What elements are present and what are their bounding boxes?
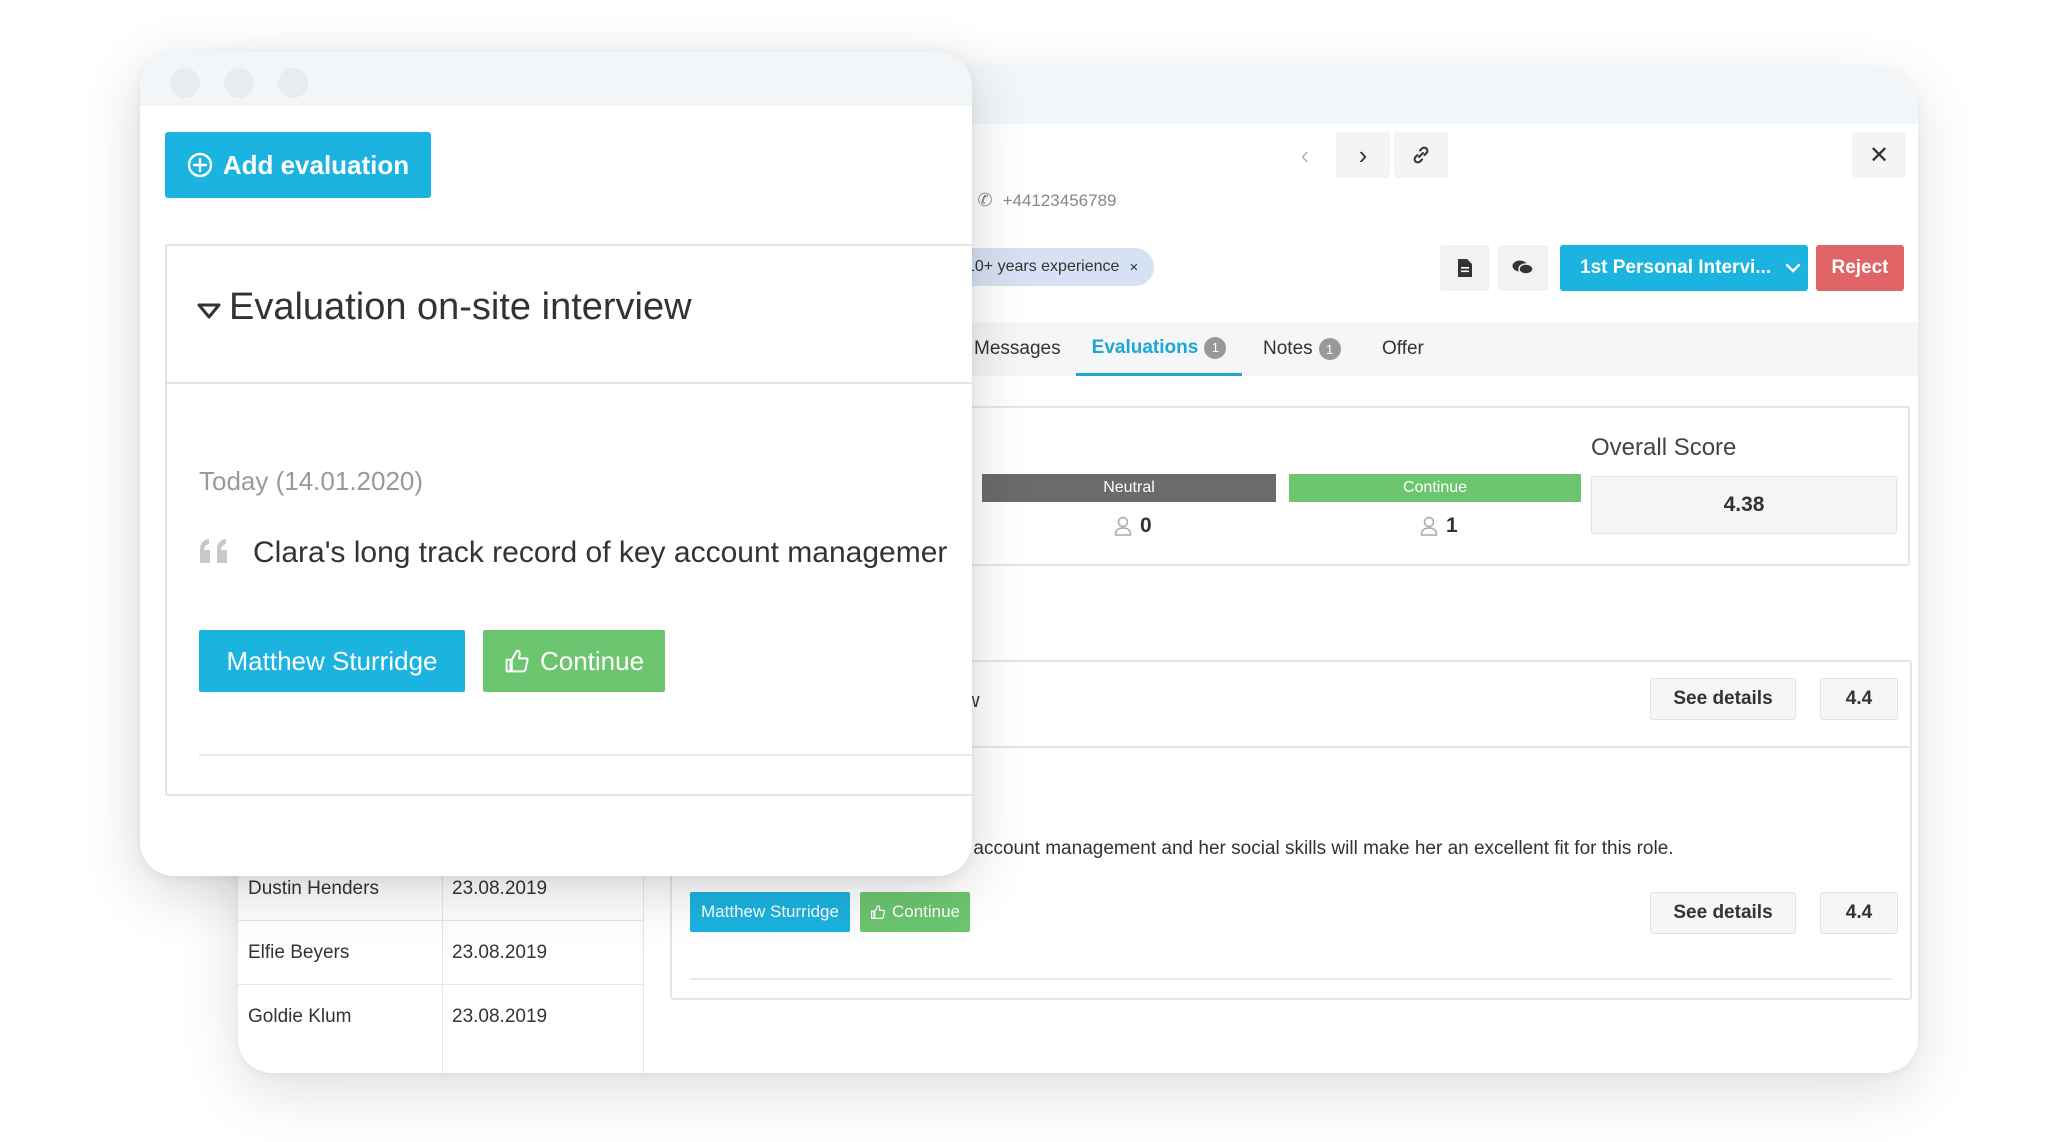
tag-label: 10+ years experience <box>966 258 1120 275</box>
verdict-label: Continue <box>891 902 961 921</box>
add-evaluation-button[interactable]: Add evaluation <box>165 132 431 198</box>
tab-messages[interactable]: Messages <box>974 322 1061 376</box>
skill-tag: 10+ years experience × <box>950 248 1155 286</box>
candidate-name: Elfie Beyers <box>248 942 350 963</box>
evaluation-score: 4.4 <box>1820 892 1898 934</box>
thumbs-up-icon <box>505 649 529 673</box>
tab-evaluations-label: Evaluations <box>1091 336 1199 358</box>
tab-notes-label: Notes <box>1263 338 1313 359</box>
evaluation-quote: Clara's long track record of key account… <box>253 536 948 569</box>
chevron-down-icon <box>1785 263 1801 273</box>
candidate-name: Goldie Klum <box>248 1006 352 1027</box>
stage-label: 1st Personal Intervi... <box>1580 257 1772 278</box>
neutral-bar: Neutral <box>982 474 1276 502</box>
candidate-date: 23.08.2019 <box>452 942 548 963</box>
neutral-count: 0 <box>1140 514 1152 537</box>
previous-candidate-button[interactable]: ‹ <box>1278 132 1332 178</box>
table-row[interactable]: Elfie Beyers 23.08.2019 <box>238 920 644 984</box>
verdict-chip: Continue <box>860 892 970 932</box>
table-row[interactable]: Goldie Klum 23.08.2019 <box>238 984 644 1048</box>
evaluator-chip[interactable]: Matthew Sturridge <box>690 892 850 932</box>
chevron-left-icon: ‹ <box>1300 139 1310 170</box>
tab-offer[interactable]: Offer <box>1382 322 1424 376</box>
evaluator-chip[interactable]: Matthew Sturridge <box>199 630 465 692</box>
verdict-label: Continue <box>539 645 645 676</box>
reject-button[interactable]: Reject <box>1816 245 1904 291</box>
chat-button[interactable] <box>1498 245 1548 291</box>
candidate-table: Dustin Henders 23.08.2019 Elfie Beyers 2… <box>238 856 644 1073</box>
see-details-button[interactable]: See details <box>1650 892 1796 934</box>
tab-evaluations[interactable]: Evaluations 1 <box>1076 322 1242 376</box>
tab-messages-label: Messages <box>974 338 1061 359</box>
evaluation-divider <box>690 978 1892 980</box>
overall-score-label: Overall Score <box>1591 434 1737 461</box>
neutral-votes: 0 <box>1114 514 1152 538</box>
evaluation-quote: , key account management and her social … <box>928 838 1674 859</box>
user-icon <box>1114 516 1132 536</box>
copy-link-button[interactable] <box>1394 132 1448 178</box>
chat-icon <box>1512 260 1534 275</box>
window-dot <box>278 68 308 98</box>
caret-down-icon <box>197 303 221 319</box>
evaluation-card: Evaluation on-site interview Today (14.0… <box>165 244 972 796</box>
plus-circle-icon <box>187 152 213 178</box>
see-details-button[interactable]: See details <box>1650 678 1796 720</box>
candidate-phone: n ✆ +44123456789 <box>958 190 1117 211</box>
verdict-chip: Continue <box>483 630 665 692</box>
evaluation-popup-window: Add evaluation Evaluation on-site interv… <box>140 52 972 876</box>
continue-votes: 1 <box>1420 514 1458 538</box>
tab-notes[interactable]: Notes 1 <box>1263 322 1341 376</box>
add-evaluation-label: Add evaluation <box>222 149 410 180</box>
window-titlebar <box>140 52 972 106</box>
evaluation-date: Today (14.01.2020) <box>199 466 424 496</box>
phone-number: +44123456789 <box>1002 190 1117 210</box>
next-candidate-button[interactable]: › <box>1336 132 1390 178</box>
overall-score-value: 4.38 <box>1591 476 1897 534</box>
continue-bar: Continue <box>1289 474 1581 502</box>
evaluation-title: Evaluation on-site interview <box>229 286 692 328</box>
tab-offer-label: Offer <box>1382 338 1424 359</box>
evaluations-count-badge: 1 <box>1204 336 1227 359</box>
evaluation-divider <box>199 754 972 756</box>
evaluation-score: 4.4 <box>1820 678 1898 720</box>
notes-count-badge: 1 <box>1318 338 1341 360</box>
window-dot <box>170 68 200 98</box>
document-icon <box>1458 259 1472 277</box>
document-button[interactable] <box>1440 245 1490 291</box>
close-icon: ✕ <box>1868 141 1890 169</box>
link-icon <box>1413 146 1429 164</box>
evaluation-card-header[interactable]: Evaluation on-site interview <box>167 246 972 384</box>
window-dot <box>224 68 254 98</box>
neutral-bar-label: Neutral <box>1103 479 1155 496</box>
candidate-date: 23.08.2019 <box>452 1006 548 1027</box>
phone-icon: ✆ <box>977 190 993 210</box>
user-icon <box>1420 516 1438 536</box>
chevron-right-icon: › <box>1358 139 1368 170</box>
tag-remove-icon[interactable]: × <box>1129 259 1138 276</box>
continue-count: 1 <box>1446 514 1458 537</box>
quote-icon <box>200 539 227 563</box>
stage-dropdown[interactable]: 1st Personal Intervi... <box>1560 245 1808 291</box>
thumbs-up-icon <box>870 904 886 920</box>
close-button[interactable]: ✕ <box>1852 132 1906 178</box>
continue-bar-label: Continue <box>1402 479 1468 496</box>
